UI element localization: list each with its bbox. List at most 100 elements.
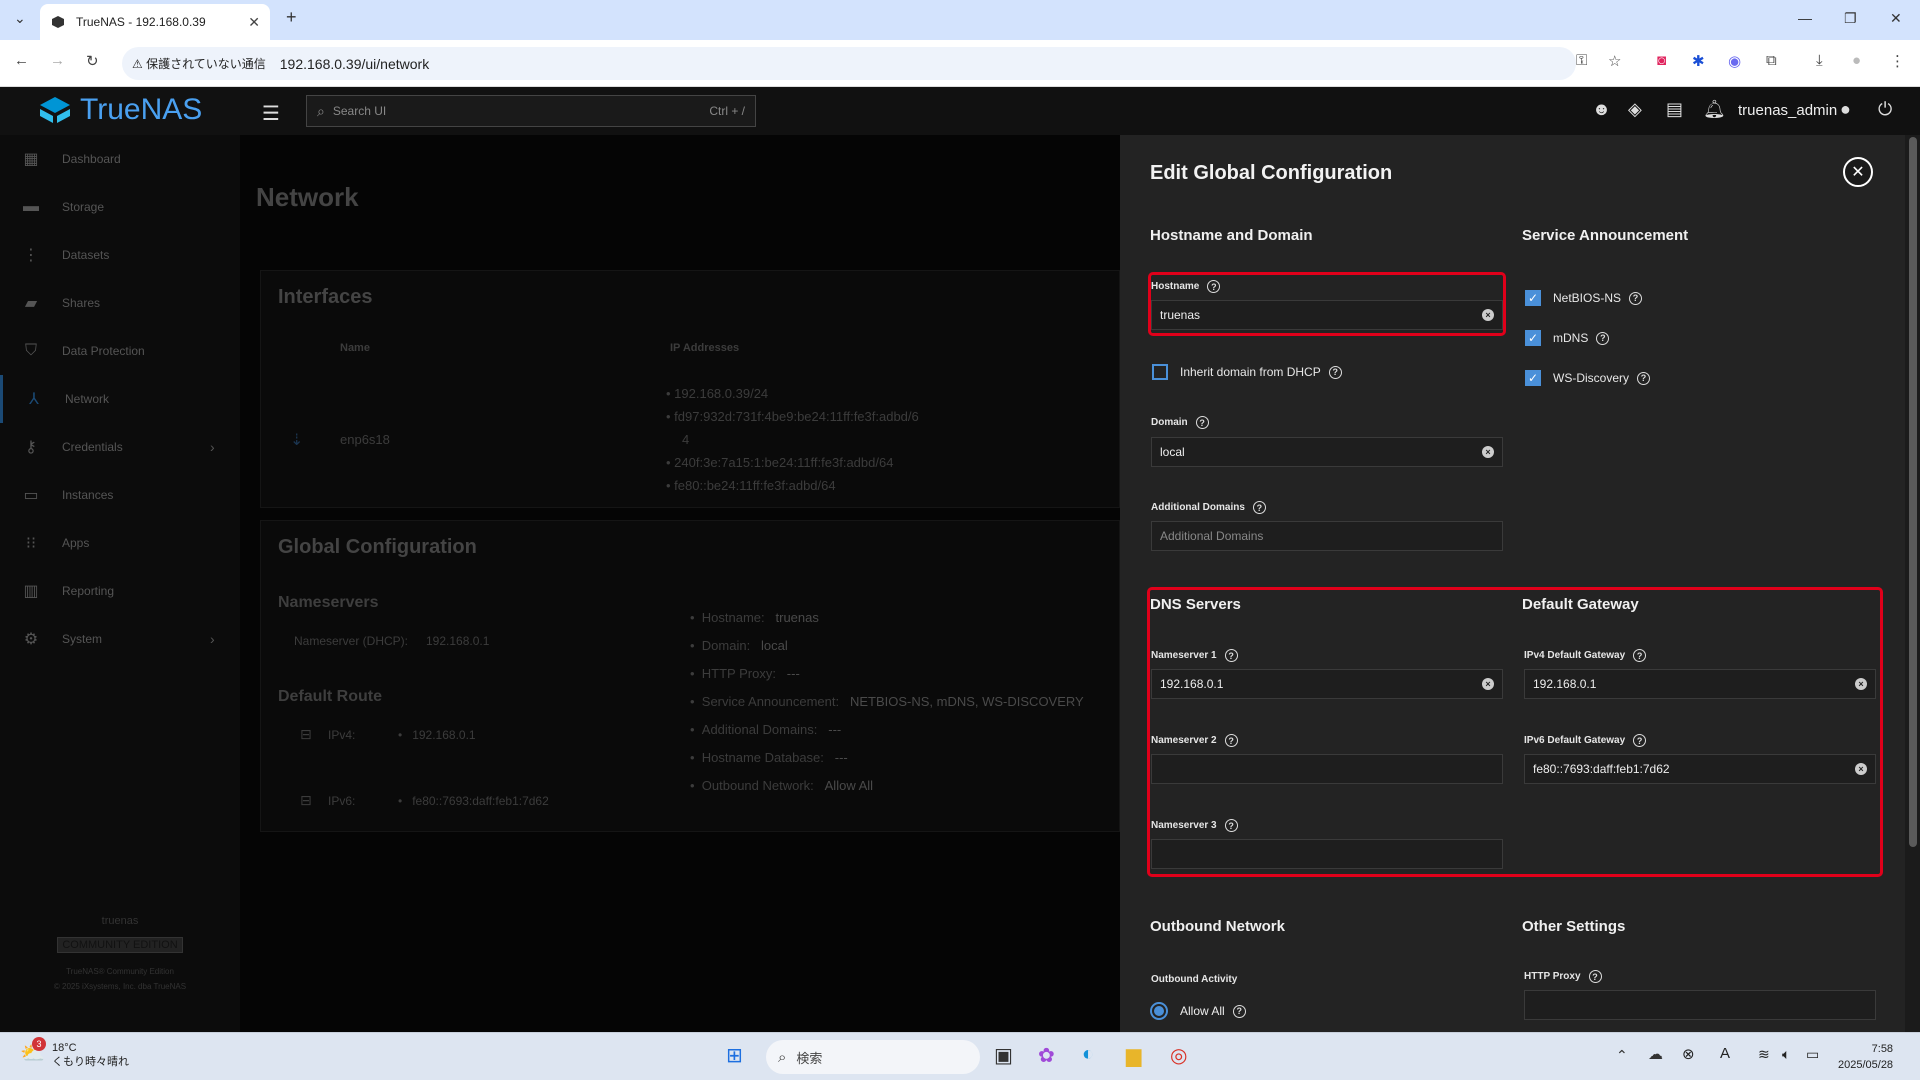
nameserver3-input[interactable] [1151,839,1503,869]
url-field[interactable]: ⚠ 保護されていない通信 192.168.0.39/ui/network [122,47,1576,80]
window-close-button[interactable]: ✕ [1890,10,1902,27]
sidebar-item-data-protection[interactable]: ⛉ Data Protection [0,327,240,375]
back-icon[interactable]: ← [14,52,29,69]
password-key-icon[interactable]: ⚿ [1576,52,1587,69]
scrollbar-thumb[interactable] [1909,137,1917,847]
ipv4-gateway-input[interactable]: 192.168.0.1 × [1524,669,1876,699]
pocket-icon[interactable]: ◙ [1657,52,1666,69]
lens-extension-icon[interactable]: ◉ [1728,52,1741,70]
tab-close-icon[interactable]: ✕ [248,14,260,31]
help-icon[interactable]: ? [1224,734,1238,747]
username[interactable]: truenas_admin [1738,102,1837,119]
volume-icon[interactable]: 🔈︎ [1782,1046,1790,1063]
task-view-icon[interactable]: ▣ [994,1043,1013,1068]
help-icon[interactable]: ? [1588,970,1602,983]
help-icon[interactable]: ? [1633,734,1647,747]
extension-icon[interactable]: ✱ [1692,52,1705,70]
sidebar-item-network[interactable]: ⅄ Network [0,375,240,423]
copilot-icon[interactable]: ✿ [1038,1043,1055,1068]
nameserver2-input[interactable] [1151,754,1503,784]
not-secure-badge[interactable]: ⚠ 保護されていない通信 [132,55,266,72]
clear-icon[interactable]: × [1855,678,1867,690]
hamburger-menu-icon[interactable]: ☰ [262,101,280,126]
start-windows-icon[interactable]: ⊞ [726,1043,743,1068]
sidebar-item-reporting[interactable]: ▥ Reporting [0,567,240,615]
feedback-smiley-icon[interactable]: ☻ [1592,99,1611,120]
network-icon: ⅄ [29,391,39,408]
tray-app-icon[interactable]: ⊗ [1682,1045,1695,1063]
ime-mode-icon[interactable]: A [1720,1045,1730,1062]
sidebar-item-apps[interactable]: ⁝⁝ Apps [0,519,240,567]
help-icon[interactable]: ? [1224,819,1238,832]
help-icon[interactable]: ? [1629,291,1643,305]
jobs-clipboard-icon[interactable]: ▤ [1666,99,1683,120]
shares-icon: ▰ [24,295,38,312]
nameserver1-input[interactable]: 192.168.0.1 × [1151,669,1503,699]
notifications-bell-icon[interactable]: 🔔︎ [1703,99,1726,120]
help-icon[interactable]: ? [1637,371,1651,385]
help-icon[interactable]: ? [1328,365,1342,379]
truenas-logo[interactable]: TrueNAS [38,93,202,127]
sidebar-item-system[interactable]: ⚙ System › [0,615,240,663]
download-icon[interactable]: ⤓ [1816,52,1823,69]
nameserver3-label: Nameserver 3? [1151,819,1238,832]
wsd-checkbox[interactable]: ✓ WS-Discovery? [1525,370,1651,386]
inherit-domain-checkbox[interactable]: Inherit domain from DHCP? [1152,364,1342,380]
profile-avatar-icon[interactable]: ● [1852,52,1861,69]
account-circle-icon[interactable]: ● [1840,99,1851,120]
onedrive-cloud-icon[interactable]: ☁ [1648,1045,1663,1063]
power-icon[interactable]: ⏻ [1878,99,1892,120]
sidebar-item-dashboard[interactable]: ▦ Dashboard [0,135,240,183]
extensions-puzzle-icon[interactable]: ⧉ [1766,52,1777,69]
clear-icon[interactable]: × [1482,678,1494,690]
browser-tab[interactable]: TrueNAS - 192.168.0.39 ✕ [40,4,270,40]
reload-icon[interactable]: ↻ [86,52,99,70]
allow-all-radio[interactable]: Allow All? [1150,1002,1246,1020]
truecommand-icon[interactable]: ◈ [1628,99,1642,120]
maximize-button[interactable]: ❐ [1844,10,1857,27]
tab-search-icon[interactable]: ⌄ [14,10,26,27]
help-icon[interactable]: ? [1232,1004,1246,1018]
help-icon[interactable]: ? [1596,331,1610,345]
battery-icon[interactable]: ▭ [1806,1046,1819,1063]
system-clock[interactable]: 7:58 2025/05/28 [1838,1041,1893,1073]
mdns-checkbox[interactable]: ✓ mDNS? [1525,330,1610,346]
sidebar-item-instances[interactable]: ▭ Instances [0,471,240,519]
sidebar-item-storage[interactable]: ▬ Storage [0,183,240,231]
forward-icon[interactable]: → [50,52,65,69]
help-icon[interactable]: ? [1224,649,1238,662]
additional-domains-input[interactable]: Additional Domains [1151,521,1503,551]
interface-name[interactable]: enp6s18 [340,432,390,447]
url-text[interactable]: 192.168.0.39/ui/network [280,56,429,72]
new-tab-button[interactable]: + [286,7,297,28]
router-icon: ⊟ [300,792,312,808]
clear-icon[interactable]: × [1482,446,1494,458]
wifi-icon[interactable]: ≋ [1758,1046,1770,1063]
file-explorer-icon[interactable]: ▆ [1126,1043,1141,1068]
menu-kebab-icon[interactable]: ⋮ [1890,52,1905,70]
weather-widget[interactable]: ⛅ 3 18°C くもり時々晴れ [20,1037,129,1069]
help-icon[interactable]: ? [1633,649,1647,662]
ipv6-gateway-input[interactable]: fe80::7693:daff:feb1:7d62 × [1524,754,1876,784]
taskbar-search[interactable]: ⌕ 検索 [766,1040,980,1074]
sidebar-item-datasets[interactable]: ⋮ Datasets [0,231,240,279]
netbios-checkbox[interactable]: ✓ NetBIOS-NS? [1525,290,1643,306]
edit-global-config-panel [1120,135,1905,1032]
minimize-button[interactable]: — [1798,10,1812,26]
close-panel-button[interactable]: ✕ [1843,157,1873,187]
tray-chevron-up-icon[interactable]: ⌃ [1616,1047,1628,1064]
http-proxy-input[interactable] [1524,990,1876,1020]
edge-browser-icon[interactable]: ◐ [1082,1043,1094,1066]
search-ui-input[interactable]: ⌕ Search UI Ctrl + / [306,95,756,127]
bookmark-star-icon[interactable]: ☆ [1608,52,1621,70]
chrome-browser-icon[interactable]: ◎ [1170,1043,1187,1068]
sidebar-item-credentials[interactable]: ⚷ Credentials › [0,423,240,471]
panel-scrollbar[interactable] [1905,135,1920,1032]
domain-input[interactable]: local × [1151,437,1503,467]
sidebar-item-shares[interactable]: ▰ Shares [0,279,240,327]
os-taskbar: ⛅ 3 18°C くもり時々晴れ ⊞ ⌕ 検索 ▣ ✿ ◐ ▆ ◎ ⌃ ☁ ⊗ A… [0,1032,1920,1080]
clear-icon[interactable]: × [1855,763,1867,775]
help-icon[interactable]: ? [1195,416,1209,429]
gear-icon: ⚙ [23,631,39,648]
help-icon[interactable]: ? [1252,501,1266,514]
